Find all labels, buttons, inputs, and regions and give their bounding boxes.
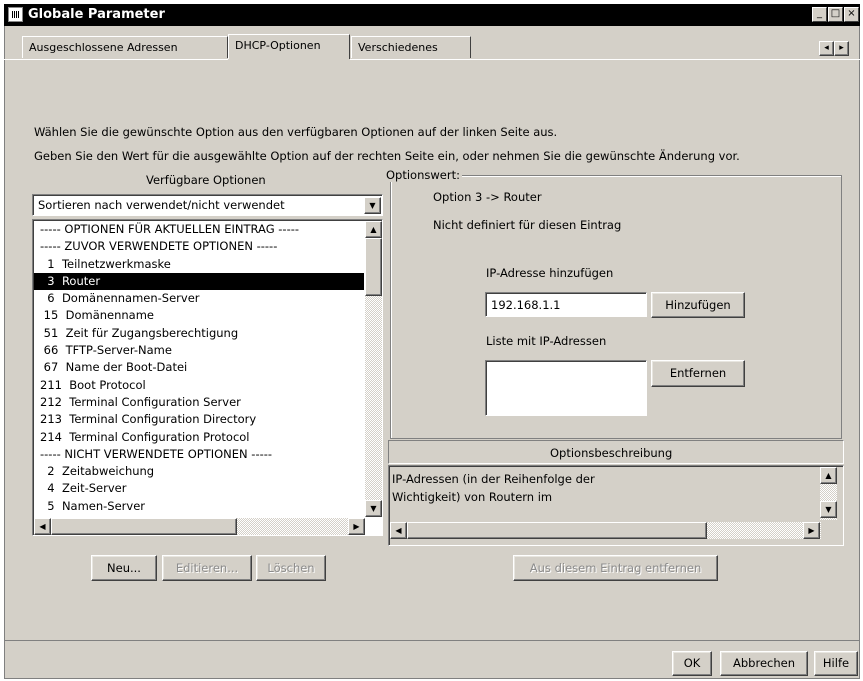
scroll-up-icon[interactable]: ▲ xyxy=(365,221,382,238)
option-value-group-label: Optionswert: xyxy=(384,168,462,182)
new-button[interactable]: Neu... xyxy=(91,555,157,581)
instruction-line-1: Wählen Sie die gewünschte Option aus den… xyxy=(34,125,558,139)
list-item[interactable]: 51 Zeit für Zugangsberechtigung xyxy=(34,325,364,342)
description-scroll-right-icon[interactable]: ▶ xyxy=(803,522,820,539)
list-item[interactable]: 212 Terminal Configuration Server xyxy=(34,394,364,411)
list-item[interactable]: 213 Terminal Configuration Directory xyxy=(34,411,364,428)
list-item[interactable]: 211 Boot Protocol xyxy=(34,377,364,394)
description-line-1: IP-Adressen (in der Reihenfolge der xyxy=(392,472,595,486)
remove-from-entry-button[interactable]: Aus diesem Eintrag entfernen xyxy=(513,555,718,581)
list-item[interactable]: 66 TFTP-Server-Name xyxy=(34,342,364,359)
description-scroll-down-icon[interactable]: ▼ xyxy=(820,501,837,518)
sort-select[interactable]: Sortieren nach verwendet/nicht verwendet… xyxy=(32,194,383,216)
option-status: Nicht definiert für diesen Eintrag xyxy=(433,218,622,232)
tab-verschiedenes[interactable]: Verschiedenes xyxy=(351,36,471,58)
list-item[interactable]: ----- ZUVOR VERWENDETE OPTIONEN ----- xyxy=(34,238,364,255)
tab-dhcp-optionen[interactable]: DHCP-Optionen xyxy=(228,34,350,59)
edit-button[interactable]: Editieren... xyxy=(162,555,252,581)
list-item[interactable]: 3 Router xyxy=(34,272,364,291)
list-item[interactable]: 4 Zeit-Server xyxy=(34,480,364,497)
app-icon xyxy=(8,7,23,22)
description-hscroll-thumb[interactable] xyxy=(407,522,707,539)
remove-button[interactable]: Entfernen xyxy=(651,360,745,387)
help-button[interactable]: Hilfe xyxy=(814,651,858,676)
scroll-left-icon[interactable]: ◀ xyxy=(34,518,51,535)
tab-ausgeschlossene-adressen[interactable]: Ausgeschlossene Adressen xyxy=(22,36,228,58)
list-scroll-thumb[interactable] xyxy=(365,238,382,296)
list-item[interactable]: 2 Zeitabweichung xyxy=(34,463,364,480)
list-item[interactable]: 214 Terminal Configuration Protocol xyxy=(34,429,364,446)
list-hscroll-thumb[interactable] xyxy=(51,518,237,535)
description-heading: Optionsbeschreibung xyxy=(550,446,673,460)
minimize-icon[interactable]: _ xyxy=(812,7,827,22)
ip-address-value: 192.168.1.1 xyxy=(491,298,561,312)
available-options-heading: Verfügbare Optionen xyxy=(146,173,266,187)
description-line-2: Wichtigkeit) von Routern im xyxy=(392,490,553,504)
ip-list-label: Liste mit IP-Adressen xyxy=(486,334,607,348)
list-item[interactable]: 15 Domänenname xyxy=(34,307,364,324)
close-icon[interactable]: × xyxy=(844,7,859,22)
ip-address-list[interactable] xyxy=(485,360,647,416)
sort-select-value: Sortieren nach verwendet/nicht verwendet xyxy=(38,198,285,212)
delete-button[interactable]: Löschen xyxy=(256,555,326,581)
ok-button[interactable]: OK xyxy=(672,651,712,676)
list-item[interactable]: 1 Teilnetzwerkmaske xyxy=(34,256,364,273)
available-options-list[interactable]: ----- OPTIONEN FÜR AKTUELLEN EINTRAG ---… xyxy=(34,221,364,517)
instruction-line-2: Geben Sie den Wert für die ausgewählte O… xyxy=(34,149,740,163)
title-bar[interactable]: Globale Parameter _ □ × xyxy=(4,4,860,26)
list-item[interactable]: 67 Name der Boot-Datei xyxy=(34,359,364,376)
tab-scroll-right-icon[interactable]: ▸ xyxy=(834,41,849,56)
scroll-right-icon[interactable]: ▶ xyxy=(348,518,365,535)
ip-address-input[interactable]: 192.168.1.1 xyxy=(485,292,647,317)
list-item[interactable]: 6 Domänennamen-Server xyxy=(34,290,364,307)
option-title: Option 3 -> Router xyxy=(433,190,542,204)
description-scroll-left-icon[interactable]: ◀ xyxy=(390,522,407,539)
chevron-down-icon[interactable]: ▼ xyxy=(364,197,381,214)
list-item[interactable]: 5 Namen-Server xyxy=(34,498,364,515)
add-button[interactable]: Hinzufügen xyxy=(651,292,745,318)
maximize-icon[interactable]: □ xyxy=(828,7,843,22)
window-title: Globale Parameter xyxy=(28,7,165,22)
description-scroll-up-icon[interactable]: ▲ xyxy=(820,467,837,484)
cancel-button[interactable]: Abbrechen xyxy=(720,651,808,676)
list-item[interactable]: ----- OPTIONEN FÜR AKTUELLEN EINTRAG ---… xyxy=(34,221,364,238)
add-ip-label: IP-Adresse hinzufügen xyxy=(486,266,614,280)
tab-scroll-left-icon[interactable]: ◂ xyxy=(819,41,834,56)
scroll-down-icon[interactable]: ▼ xyxy=(365,500,382,517)
list-item[interactable]: ----- NICHT VERWENDETE OPTIONEN ----- xyxy=(34,446,364,463)
